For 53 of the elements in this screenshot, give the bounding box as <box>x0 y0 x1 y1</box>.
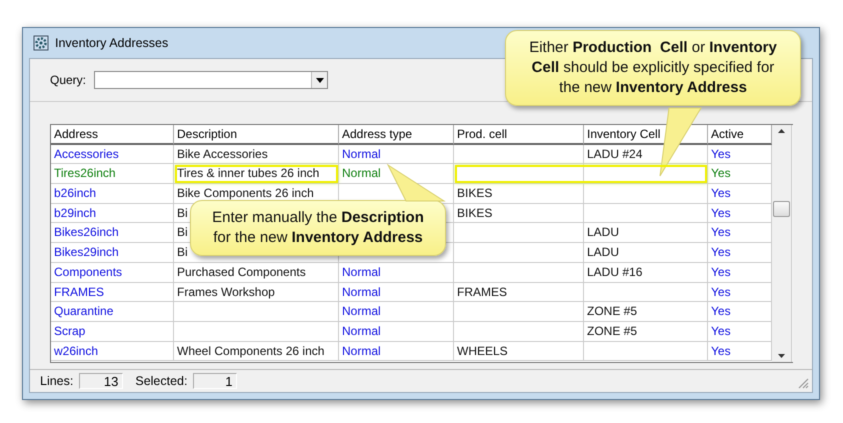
table-cell: FRAMES <box>454 282 584 302</box>
table-cell: ZONE #5 <box>584 322 708 342</box>
column-header[interactable]: Prod. cell <box>454 125 584 145</box>
table-cell: Scrap <box>51 322 174 342</box>
table-cell: Normal <box>339 262 454 282</box>
table-cell: b29inch <box>51 204 174 224</box>
lines-count: 13 <box>79 373 124 389</box>
table-cell: WHEELS <box>454 342 584 362</box>
table-cell: Tires26inch <box>51 164 174 184</box>
window-title: Inventory Addresses <box>55 36 168 50</box>
column-header[interactable]: Active <box>708 125 772 145</box>
table-cell: LADU #16 <box>584 262 708 282</box>
table-cell: Bikes29inch <box>51 243 174 263</box>
scroll-down-icon[interactable] <box>778 354 785 358</box>
column-header[interactable]: Description <box>174 125 339 145</box>
table-cell: Frames Workshop <box>174 282 339 302</box>
column-header[interactable]: Address type <box>339 125 454 145</box>
scrollbar[interactable] <box>772 125 792 362</box>
table-cell: Components <box>51 262 174 282</box>
table-cell: Purchased Components <box>174 262 339 282</box>
table-cell: w26inch <box>51 342 174 362</box>
table-cell: ZONE #5 <box>584 302 708 322</box>
scroll-thumb[interactable] <box>773 200 790 216</box>
scroll-up-icon[interactable] <box>778 129 785 133</box>
table-cell: Normal <box>339 144 454 164</box>
table-cell: Accessories <box>51 144 174 164</box>
table-cell: Normal <box>339 302 454 322</box>
table-cell: Quarantine <box>51 302 174 322</box>
gear-icon <box>33 35 49 51</box>
caret-icon <box>316 78 324 82</box>
column-header[interactable]: Address <box>51 125 174 145</box>
table-cell: FRAMES <box>51 282 174 302</box>
selected-label: Selected: <box>135 374 188 388</box>
table-cell: Wheel Components 26 inch <box>174 342 339 362</box>
table-cell: Normal <box>339 322 454 342</box>
table-cell: BIKES <box>454 204 584 224</box>
callout-bubble: Enter manually the Description for the new Inventory Address <box>190 200 446 256</box>
table-cell: LADU <box>584 243 708 263</box>
table-cell: Normal <box>339 282 454 302</box>
selected-count: 1 <box>193 373 238 389</box>
table-cell: b26inch <box>51 184 174 204</box>
table-cell: Bikes26inch <box>51 223 174 244</box>
table-cell: Bike Accessories <box>174 144 339 164</box>
table-cell: Tires & inner tubes 26 inch <box>174 164 339 184</box>
callout-pointer <box>388 165 448 201</box>
callout-bubble: Either Production Cell or Inventory Cell should be explicitly specified for the new Inventory Address <box>505 30 801 106</box>
query-label: Query: <box>50 73 86 87</box>
table-cell: BIKES <box>454 184 584 204</box>
resize-grip-icon[interactable] <box>798 378 809 389</box>
table-cell: LADU <box>584 223 708 244</box>
lines-label: Lines: <box>40 374 74 388</box>
table-cell: Normal <box>339 342 454 362</box>
query-dropdown[interactable] <box>94 71 328 89</box>
